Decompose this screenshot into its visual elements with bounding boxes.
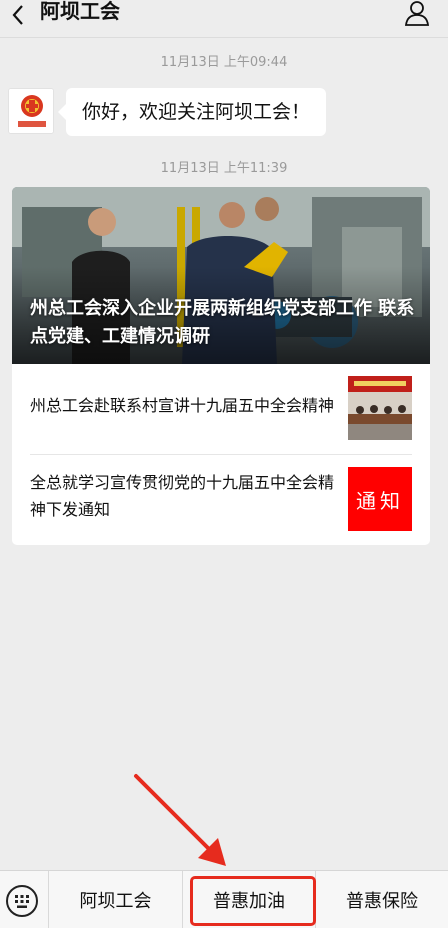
article-hero[interactable]: 州总工会深入企业开展两新组织党支部工作 联系点党建、工建情况调研 [12,187,430,364]
notice-thumbnail: 通知 [348,467,412,531]
message-timestamp: 11月13日 上午09:44 [160,55,288,70]
article-list-item[interactable]: 州总工会赴联系村宣讲十九届五中全会精神 [12,364,430,446]
meeting-photo [348,376,412,440]
welcome-message-bubble: 你好，欢迎关注阿坝工会！ [57,88,327,136]
chat-title: 阿坝工会 [40,0,120,23]
keyboard-icon[interactable] [6,885,38,917]
article-list-item[interactable]: 全总就学习宣传贯彻党的十九届五中全会精神下发通知 通知 [12,455,430,537]
chat-header: 阿坝工会 [0,0,448,38]
message-timestamp: 11月13日 上午11:39 [160,161,288,176]
article-card[interactable]: 州总工会深入企业开展两新组织党支部工作 联系点党建、工建情况调研 州总工会赴联系… [12,187,430,545]
union-logo-icon [9,89,53,133]
avatar[interactable] [8,88,54,134]
article-item-title[interactable]: 全总就学习宣传贯彻党的十九届五中全会精神下发通知 [30,455,340,537]
menu-tab-insurance-benefit[interactable]: 普惠保险 [316,871,448,928]
article-item-title[interactable]: 州总工会赴联系村宣讲十九届五中全会精神 [30,364,340,446]
chevron-left-icon[interactable] [8,3,30,27]
user-icon[interactable] [404,0,430,26]
annotation-arrow-icon [134,774,226,866]
annotation-highlight-box [190,876,316,926]
article-main-title[interactable]: 州总工会深入企业开展两新组织党支部工作 联系点党建、工建情况调研 [30,295,422,351]
menu-tab-aba-union[interactable]: 阿坝工会 [49,871,182,928]
keyboard-dots [15,895,29,908]
article-thumbnail [348,376,412,440]
